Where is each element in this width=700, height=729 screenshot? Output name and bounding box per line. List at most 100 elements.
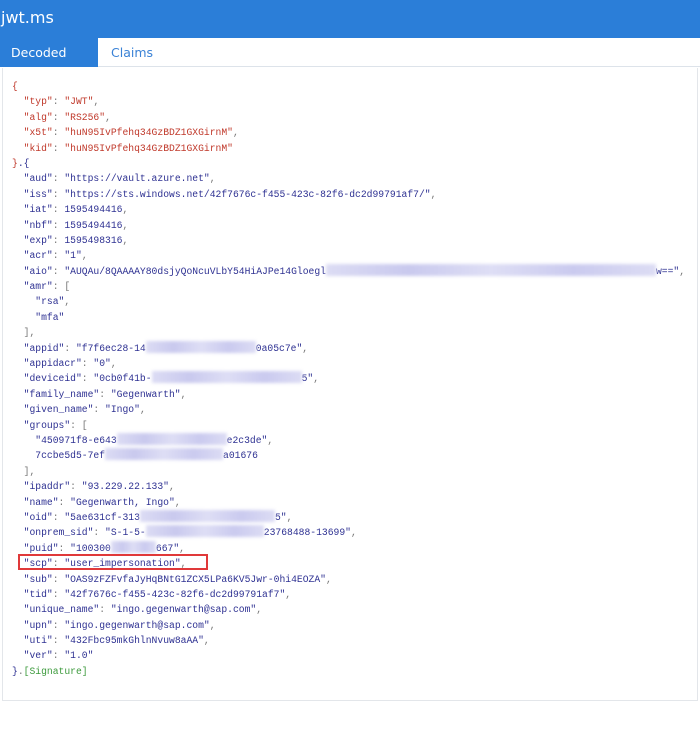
claim-value: "432Fbc95mkGhlnNvuw8aAA" <box>64 635 204 647</box>
claim-alg: "alg": "RS256", <box>12 110 696 125</box>
comma: , <box>679 265 686 277</box>
claim-value: "93.229.22.133" <box>81 481 169 493</box>
colon: : <box>52 265 65 277</box>
claim-value: "ingo.gegenwarth@sap.com" <box>110 604 257 616</box>
highlight-box <box>18 554 208 571</box>
claim-key: "kid" <box>23 142 53 154</box>
payload-open: }.{ <box>12 156 696 171</box>
claim-value: "JWT" <box>64 96 94 108</box>
colon: : <box>58 496 71 508</box>
claim-value-end: 23768488-13699" <box>263 527 351 539</box>
tab-claims[interactable]: Claims <box>100 38 164 67</box>
claim-exp: "exp": 1595498316, <box>12 233 696 248</box>
claim-value: "Gegenwarth" <box>110 388 181 400</box>
claim-uti: "uti": "432Fbc95mkGhlnNvuw8aAA", <box>12 633 696 648</box>
claim-key: "x5t" <box>23 127 53 139</box>
claim-appidacr: "appidacr": "0", <box>12 356 696 371</box>
comma: , <box>286 511 293 523</box>
claim-aio: "aio": "AUQAu/8QAAAAY80dsjyQoNcuVLbY54Hi… <box>12 263 696 279</box>
colon: : <box>52 588 65 600</box>
bracket: [ <box>64 281 71 293</box>
comma: , <box>232 127 239 139</box>
claim-ipaddr: "ipaddr": "93.229.22.133", <box>12 479 696 494</box>
claim-unique_name: "unique_name": "ingo.gegenwarth@sap.com"… <box>12 602 696 617</box>
array-value: 7ccbe5d5-7ef <box>35 450 106 462</box>
header-open: { <box>12 79 696 94</box>
colon: : <box>52 173 65 185</box>
colon: : <box>52 619 65 631</box>
claim-value: "huN95IvPfehq34GzBDZ1GXGirnM" <box>64 127 233 139</box>
comma: , <box>203 635 210 647</box>
claim-sub: "sub": "OAS9zFZFvfaJyHqBNtG1ZCX5LPa6KV5J… <box>12 572 696 587</box>
claim-value: "https://sts.windows.net/42f7676c-f455-4… <box>64 188 431 200</box>
claim-key: "amr" <box>23 281 53 293</box>
tab-decoded-token[interactable]: Decoded Token <box>0 38 98 89</box>
claim-value: 1595494416 <box>64 219 123 231</box>
comma: , <box>139 404 146 416</box>
comma: , <box>350 527 357 539</box>
claim-ver: "ver": "1.0" <box>12 648 696 663</box>
comma: , <box>302 342 309 354</box>
array-item: 7ccbe5d5-7ef a01676 <box>12 448 696 463</box>
array-close: ], <box>12 464 696 479</box>
claim-amr: "amr": [ <box>12 279 696 294</box>
array-close: ], <box>12 325 696 340</box>
claim-key: "appid" <box>23 342 65 354</box>
claim-value: "S-1-5- <box>105 527 146 539</box>
claim-key: "upn" <box>23 619 53 631</box>
colon: : <box>52 96 65 108</box>
claim-value: "Ingo" <box>105 404 140 416</box>
comma: , <box>105 111 111 123</box>
comma: , <box>174 496 181 508</box>
claim-value: "5ae631cf-313 <box>64 511 140 523</box>
array-value: "mfa" <box>35 311 65 323</box>
comma: , <box>110 358 117 370</box>
claim-key: "aud" <box>23 173 53 185</box>
claim-iat: "iat": 1595494416, <box>12 202 696 217</box>
claim-key: "oid" <box>23 511 53 523</box>
array-item: "rsa", <box>12 294 696 309</box>
colon: : <box>52 635 65 647</box>
claim-value: "AUQAu/8QAAAAY80dsjyQoNcuVLbY54HiAJPe14G… <box>64 265 326 277</box>
array-item: "mfa" <box>12 310 696 325</box>
claim-value: "0" <box>93 358 111 370</box>
redacted-blur <box>151 371 302 384</box>
claim-value: "RS256" <box>64 111 106 123</box>
claim-key: "given_name" <box>23 404 94 416</box>
comma: , <box>285 588 292 600</box>
colon: : <box>52 511 65 523</box>
claim-key: "puid" <box>23 542 59 554</box>
claim-x5t: "x5t": "huN95IvPfehq34GzBDZ1GXGirnM", <box>12 125 696 140</box>
claim-key: "iat" <box>23 204 53 216</box>
bracket-close: ], <box>12 465 36 477</box>
claim-value: "https://vault.azure.net" <box>64 173 210 185</box>
array-value-end: a01676 <box>223 450 258 462</box>
comma: , <box>169 481 175 493</box>
colon: : <box>52 234 65 246</box>
colon: : <box>99 388 111 400</box>
colon: : <box>52 127 65 139</box>
claim-key: "exp" <box>23 234 53 246</box>
colon: : <box>81 358 94 370</box>
claim-key: "onprem_sid" <box>23 527 94 539</box>
colon: : <box>70 419 82 431</box>
